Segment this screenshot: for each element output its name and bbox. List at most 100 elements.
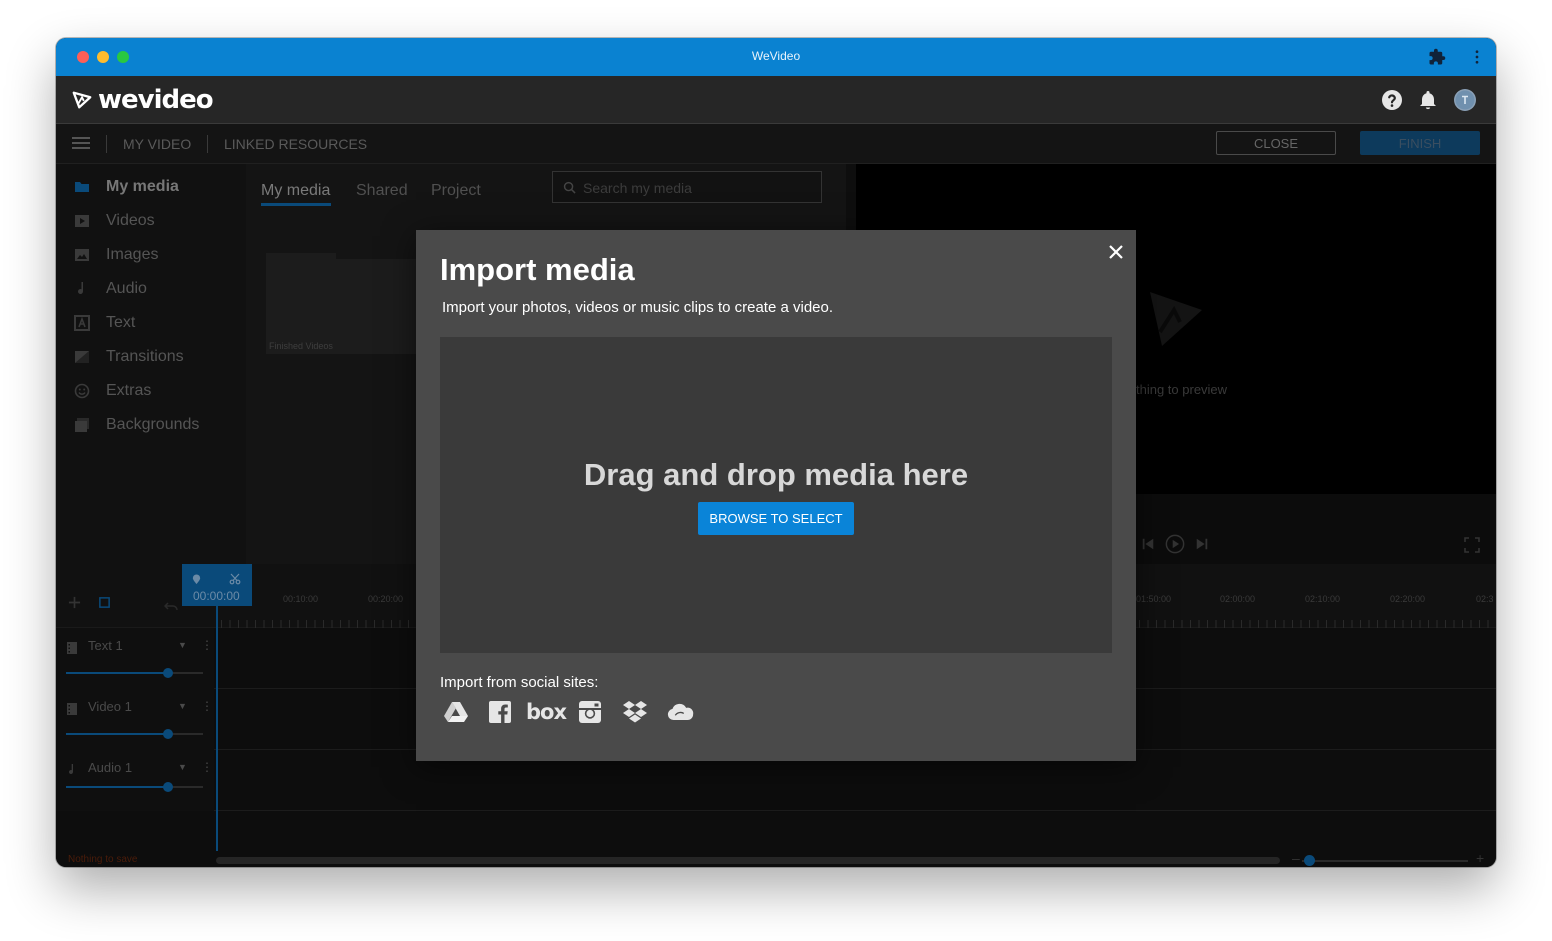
google-drive-icon[interactable] xyxy=(442,698,470,726)
notification-bell-icon[interactable] xyxy=(1416,88,1440,112)
track-header: Text 1 ▼ ⋮ xyxy=(56,628,214,689)
help-icon[interactable] xyxy=(1380,88,1404,112)
logo-text: wevideo xyxy=(98,85,214,115)
wevideo-logo[interactable]: wevideo xyxy=(71,85,214,115)
chevron-down-icon[interactable]: ▼ xyxy=(178,640,187,650)
volume-fill xyxy=(66,733,168,735)
zoom-out-icon[interactable]: – xyxy=(1292,850,1300,866)
sidebar-item-videos[interactable]: Videos xyxy=(56,204,246,238)
play-icon[interactable] xyxy=(1165,534,1185,559)
zoom-slider-knob[interactable] xyxy=(1304,855,1315,866)
sidebar-item-label: Images xyxy=(106,246,159,263)
window-titlebar: WeVideo xyxy=(56,38,1496,76)
drop-zone-title: Drag and drop media here xyxy=(583,457,969,492)
more-vertical-icon[interactable] xyxy=(1468,48,1486,66)
ruler-time-label: 02:3 xyxy=(1476,594,1494,604)
extensions-puzzle-icon[interactable] xyxy=(1428,48,1446,66)
transition-icon xyxy=(74,349,90,365)
more-vertical-icon[interactable]: ⋮ xyxy=(201,760,213,774)
snap-frame-icon[interactable] xyxy=(98,596,111,614)
track-header: Video 1 ▼ ⋮ xyxy=(56,689,214,750)
drop-zone[interactable]: Drag and drop media here BROWSE TO SELEC… xyxy=(440,337,1112,653)
close-icon[interactable] xyxy=(1104,240,1128,264)
chevron-down-icon[interactable]: ▼ xyxy=(178,701,187,711)
sidebar-item-backgrounds[interactable]: Backgrounds xyxy=(56,408,246,442)
sidebar-item-label: Videos xyxy=(106,212,155,229)
toolbar-divider xyxy=(207,135,208,153)
close-button[interactable]: CLOSE xyxy=(1216,131,1336,155)
track-volume-slider[interactable] xyxy=(66,672,203,674)
marker-pin-icon[interactable] xyxy=(191,572,202,590)
user-avatar[interactable] xyxy=(1453,88,1477,112)
sidebar-item-audio[interactable]: Audio xyxy=(56,272,246,306)
ruler-time-label: 02:00:00 xyxy=(1220,594,1256,604)
undo-icon[interactable] xyxy=(163,598,178,616)
folder-label: Finished Videos xyxy=(269,341,333,351)
add-track-icon[interactable] xyxy=(68,596,81,614)
playhead-line xyxy=(216,606,218,851)
ruler-time-label: 01:50:00 xyxy=(1136,594,1172,604)
volume-fill xyxy=(66,786,168,788)
tab-shared[interactable]: Shared xyxy=(356,182,408,200)
sidebar-item-transitions[interactable]: Transitions xyxy=(56,340,246,374)
wevideo-watermark-icon xyxy=(1146,288,1206,353)
dialog-subtitle: Import your photos, videos or music clip… xyxy=(442,299,834,316)
folder-icon xyxy=(74,179,90,195)
sidebar-item-label: Transitions xyxy=(106,348,184,365)
video-icon xyxy=(74,213,90,229)
editor-toolbar: MY VIDEO LINKED RESOURCES CLOSE FINISH xyxy=(56,124,1496,164)
window-title: WeVideo xyxy=(751,49,801,63)
search-input[interactable] xyxy=(583,178,813,198)
preview-empty-text: thing to preview xyxy=(1136,382,1228,397)
linked-resources-link[interactable]: LINKED RESOURCES xyxy=(224,136,367,152)
track-name: Text 1 xyxy=(88,638,123,653)
sidebar-item-my-media[interactable]: My media xyxy=(56,170,246,204)
search-icon xyxy=(563,181,576,199)
sidebar-item-images[interactable]: Images xyxy=(56,238,246,272)
sidebar-item-label: Audio xyxy=(106,280,147,297)
timeline-horizontal-scrollbar[interactable] xyxy=(216,857,1280,864)
finish-button[interactable]: FINISH xyxy=(1360,131,1480,155)
volume-knob[interactable] xyxy=(163,729,173,739)
skip-back-icon[interactable] xyxy=(1141,537,1155,556)
box-logo-text: box xyxy=(526,700,567,724)
onedrive-icon[interactable] xyxy=(664,698,696,726)
film-strip-icon xyxy=(66,702,78,715)
app-window: WeVideo wevideo MY VIDEO LINKED RESOURCE… xyxy=(56,38,1496,867)
sidebar-item-text[interactable]: Text xyxy=(56,306,246,340)
scissors-icon[interactable] xyxy=(229,572,241,590)
track-volume-slider[interactable] xyxy=(66,733,203,735)
track-volume-slider[interactable] xyxy=(66,786,203,788)
box-icon[interactable]: box xyxy=(526,698,567,726)
skip-forward-icon[interactable] xyxy=(1195,537,1209,556)
my-video-link[interactable]: MY VIDEO xyxy=(123,136,191,152)
volume-knob[interactable] xyxy=(163,668,173,678)
fullscreen-icon[interactable] xyxy=(1464,537,1480,558)
dropbox-icon[interactable] xyxy=(621,698,649,726)
zoom-slider-track[interactable] xyxy=(1302,860,1468,862)
film-strip-icon xyxy=(66,641,78,654)
tab-my-media[interactable]: My media xyxy=(261,182,330,200)
more-vertical-icon[interactable]: ⋮ xyxy=(201,699,213,713)
dialog-title: Import media xyxy=(440,252,635,287)
sidebar-item-extras[interactable]: Extras xyxy=(56,374,246,408)
zoom-in-icon[interactable]: + xyxy=(1476,850,1484,866)
toolbar-divider xyxy=(106,135,107,153)
ruler-time-label: 00:10:00 xyxy=(283,594,319,604)
smiley-icon xyxy=(74,383,90,399)
volume-knob[interactable] xyxy=(163,782,173,792)
sidebar-item-label: Backgrounds xyxy=(106,416,200,433)
playhead-time: 00:00:00 xyxy=(193,589,240,603)
instagram-icon[interactable] xyxy=(576,698,604,726)
wevideo-play-logo-icon xyxy=(72,91,92,109)
more-vertical-icon[interactable]: ⋮ xyxy=(201,638,213,652)
media-folder-tile[interactable]: Finished Videos xyxy=(266,253,426,354)
facebook-icon[interactable] xyxy=(486,698,514,726)
image-icon xyxy=(74,247,90,263)
tab-project[interactable]: Project xyxy=(431,182,481,200)
browse-to-select-button[interactable]: BROWSE TO SELECT xyxy=(698,502,854,535)
hamburger-menu-icon[interactable] xyxy=(72,136,90,155)
chevron-down-icon[interactable]: ▼ xyxy=(178,762,187,772)
music-note-icon xyxy=(74,281,90,297)
music-note-icon xyxy=(66,763,78,775)
